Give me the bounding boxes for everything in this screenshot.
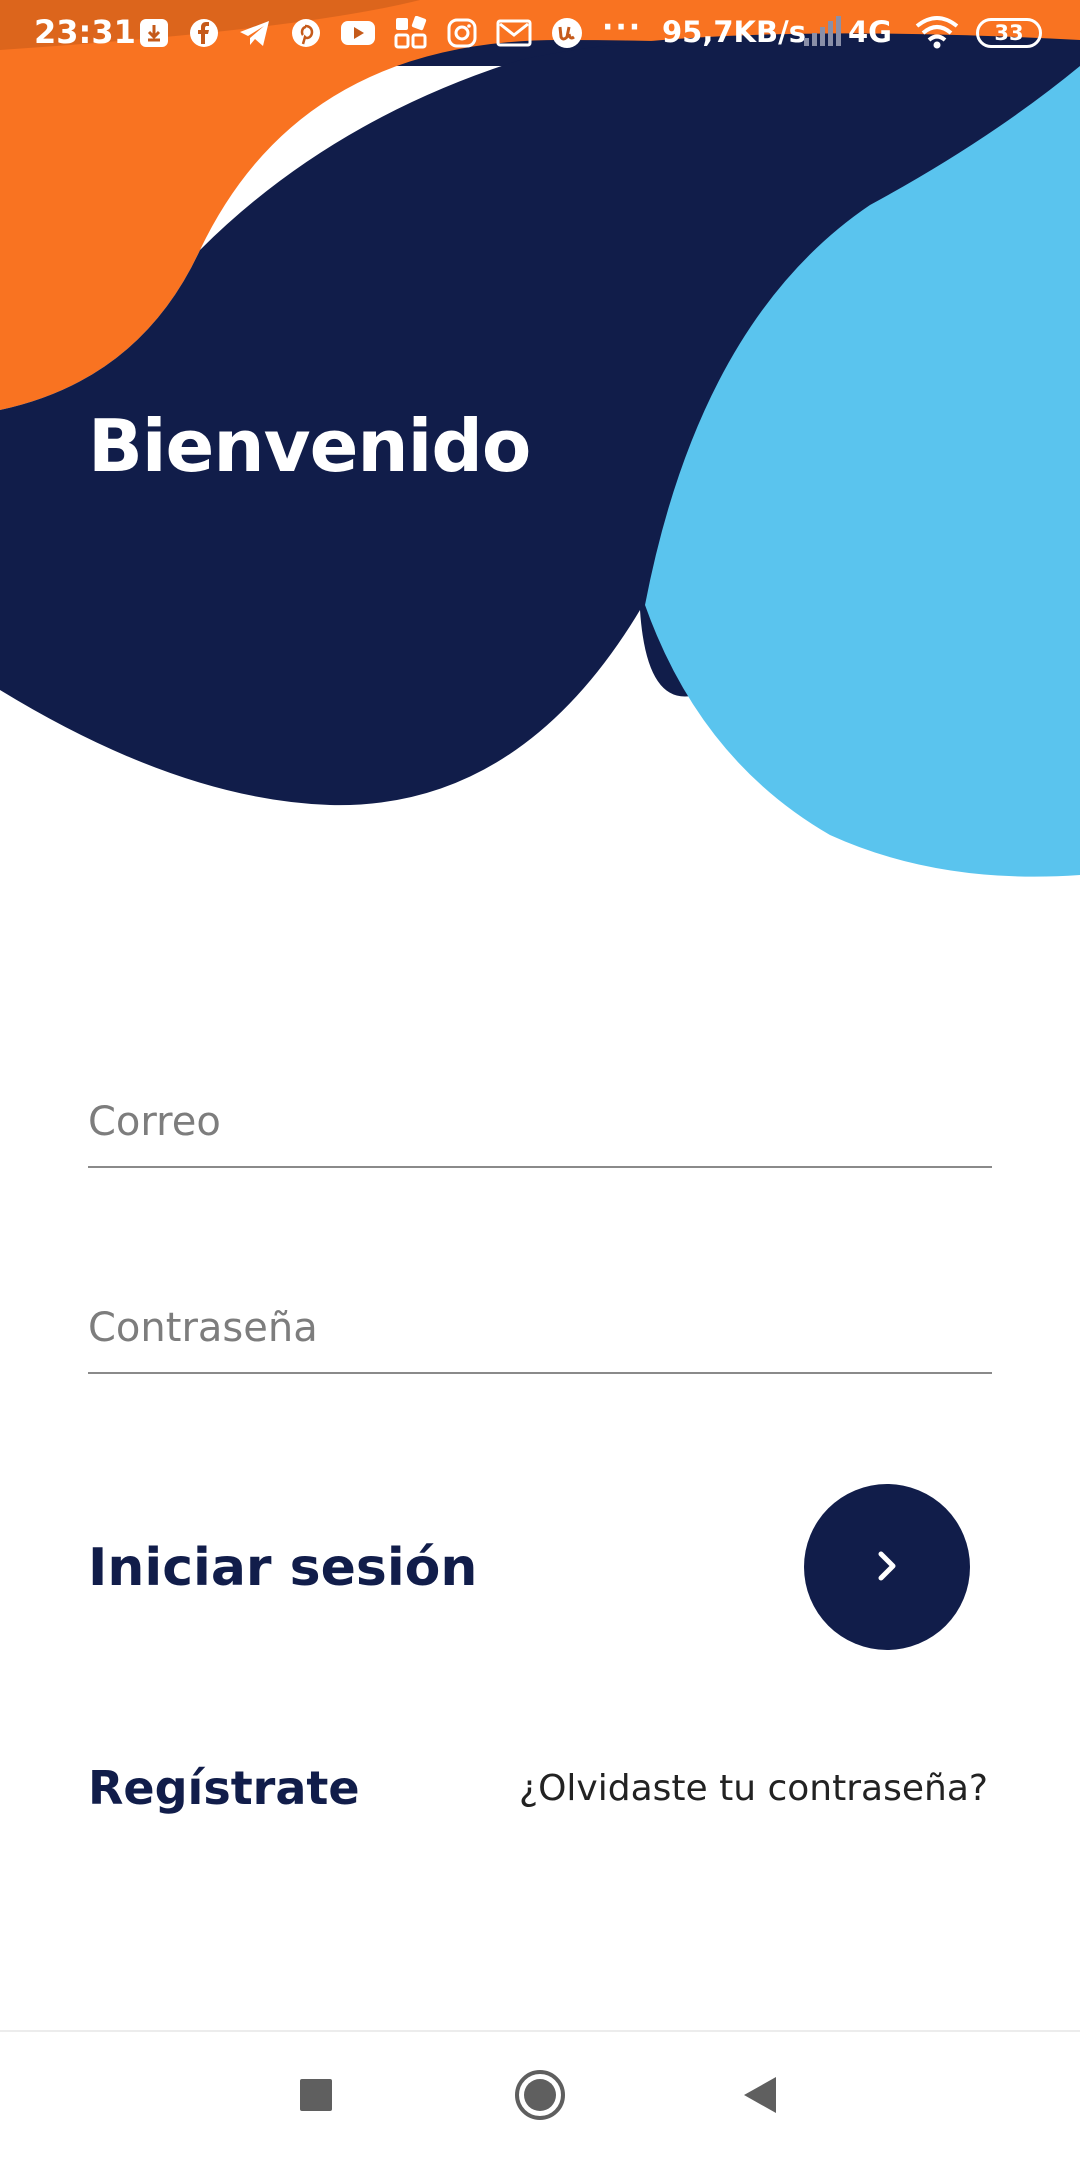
download-icon: [138, 17, 170, 49]
login-button[interactable]: [804, 1484, 970, 1650]
telegram-icon: [238, 17, 272, 49]
status-bar: 23:31 ··· 95,7KB/s 4G 33: [0, 0, 1080, 66]
page-title: Bienvenido: [88, 404, 531, 488]
gmail-icon: [496, 18, 532, 48]
instagram-icon: [446, 17, 478, 49]
apps-icon: [394, 16, 428, 50]
register-link[interactable]: Regístrate: [88, 1760, 360, 1816]
wifi-icon: [914, 14, 960, 54]
circle-icon: [513, 2068, 567, 2127]
battery-icon: 33: [976, 18, 1042, 48]
facebook-icon: [188, 17, 220, 49]
forgot-password-link[interactable]: ¿Olvidaste tu contraseña?: [519, 1766, 988, 1812]
network-speed: 95,7KB/s: [662, 15, 806, 49]
more-notifications-indicator: ···: [602, 10, 643, 45]
pinterest-icon: [290, 17, 322, 49]
password-field[interactable]: [88, 1284, 992, 1374]
notification-icons: [138, 14, 584, 52]
app-u-icon: [550, 16, 584, 50]
login-label[interactable]: Iniciar sesión: [88, 1536, 477, 1600]
chevron-right-icon: [867, 1546, 907, 1589]
network-type: 4G: [848, 15, 892, 49]
triangle-back-icon: [742, 2075, 778, 2120]
status-time: 23:31: [34, 13, 136, 51]
recents-button[interactable]: [281, 2062, 351, 2132]
youtube-icon: [340, 18, 376, 48]
system-navigation-bar: [0, 2030, 1080, 2160]
back-button[interactable]: [725, 2062, 795, 2132]
login-screen: 23:31 ··· 95,7KB/s 4G 33 Bienvenido Corr…: [0, 0, 1080, 2160]
email-field[interactable]: [88, 1078, 992, 1168]
signal-icon: [802, 16, 842, 52]
home-button[interactable]: [505, 2062, 575, 2132]
square-icon: [299, 2078, 333, 2117]
